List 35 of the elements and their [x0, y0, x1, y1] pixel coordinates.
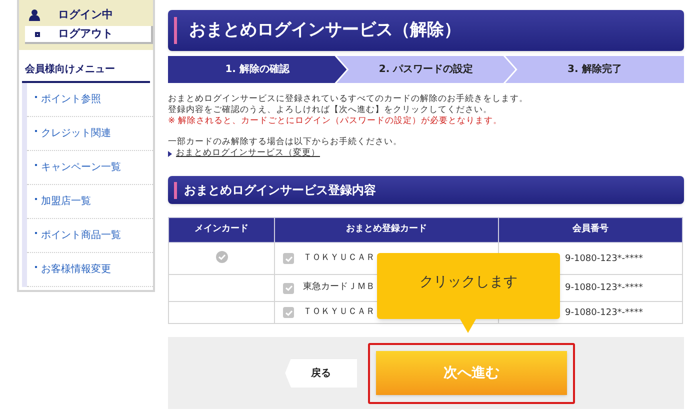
login-status: ログイン中 — [58, 6, 113, 23]
column-header: メインカード — [168, 218, 274, 242]
intro-text: 登録内容をご確認のうえ、よろしければ【次へ進む】をクリックしてください。 — [168, 105, 493, 116]
table-cell-text: 東急カードＪＭＢ — [303, 281, 375, 294]
warning-text: ※ 解除されると、カードごとにログイン（パスワードの設定）が必要となります。 — [168, 116, 503, 127]
sidebar-item[interactable]: ポイント参照 — [27, 83, 153, 117]
checkbox[interactable] — [283, 307, 294, 318]
column-header: 会員番号 — [498, 218, 682, 242]
change-link[interactable]: おまとめログインサービス（変更） — [176, 148, 320, 159]
table-cell: 9-1080-123*-**** — [565, 308, 644, 318]
sidebar-item[interactable]: お客様情報変更 — [27, 253, 153, 287]
accent-bar — [174, 182, 177, 198]
sidebar-item[interactable]: クレジット関連 — [27, 117, 153, 151]
intro-text: おまとめログインサービスに登録されているすべてのカードの解除のお手続きをします。 — [168, 94, 529, 104]
menu-title: 会員様向けメニュー — [22, 62, 150, 83]
user-icon — [29, 9, 40, 21]
page-title: おまとめログインサービス（解除） — [189, 18, 461, 42]
table-cell: 9-1080-123*-**** — [565, 254, 644, 264]
section-title: おまとめログインサービス登録内容 — [184, 182, 376, 199]
square-icon — [35, 32, 40, 36]
sidebar-item[interactable]: キャンペーン一覧 — [27, 151, 153, 185]
tooltip-text: クリックします — [420, 272, 518, 292]
checkbox[interactable] — [283, 282, 294, 294]
sidebar-item[interactable]: ポイント商品一覧 — [27, 219, 153, 253]
table-cell: 9-1080-123*-**** — [565, 283, 644, 294]
table-cell-text: ＴＯＫＹＵＣＡＲ — [303, 252, 375, 265]
accent-bar — [174, 17, 177, 44]
sidebar-item[interactable]: 加盟店一覧 — [27, 185, 153, 219]
link-arrow-icon — [168, 150, 172, 156]
checkbox[interactable] — [283, 253, 294, 264]
partial-note: 一部カードのみ解除する場合は以下からお手続ください。 — [168, 137, 403, 148]
column-header: おまとめ登録カード — [274, 218, 498, 242]
logout-button[interactable]: ログアウト — [25, 26, 153, 44]
table-cell-text: ＴＯＫＹＵＣＡＲ — [303, 306, 375, 319]
back-button[interactable]: 戻る — [285, 358, 357, 388]
